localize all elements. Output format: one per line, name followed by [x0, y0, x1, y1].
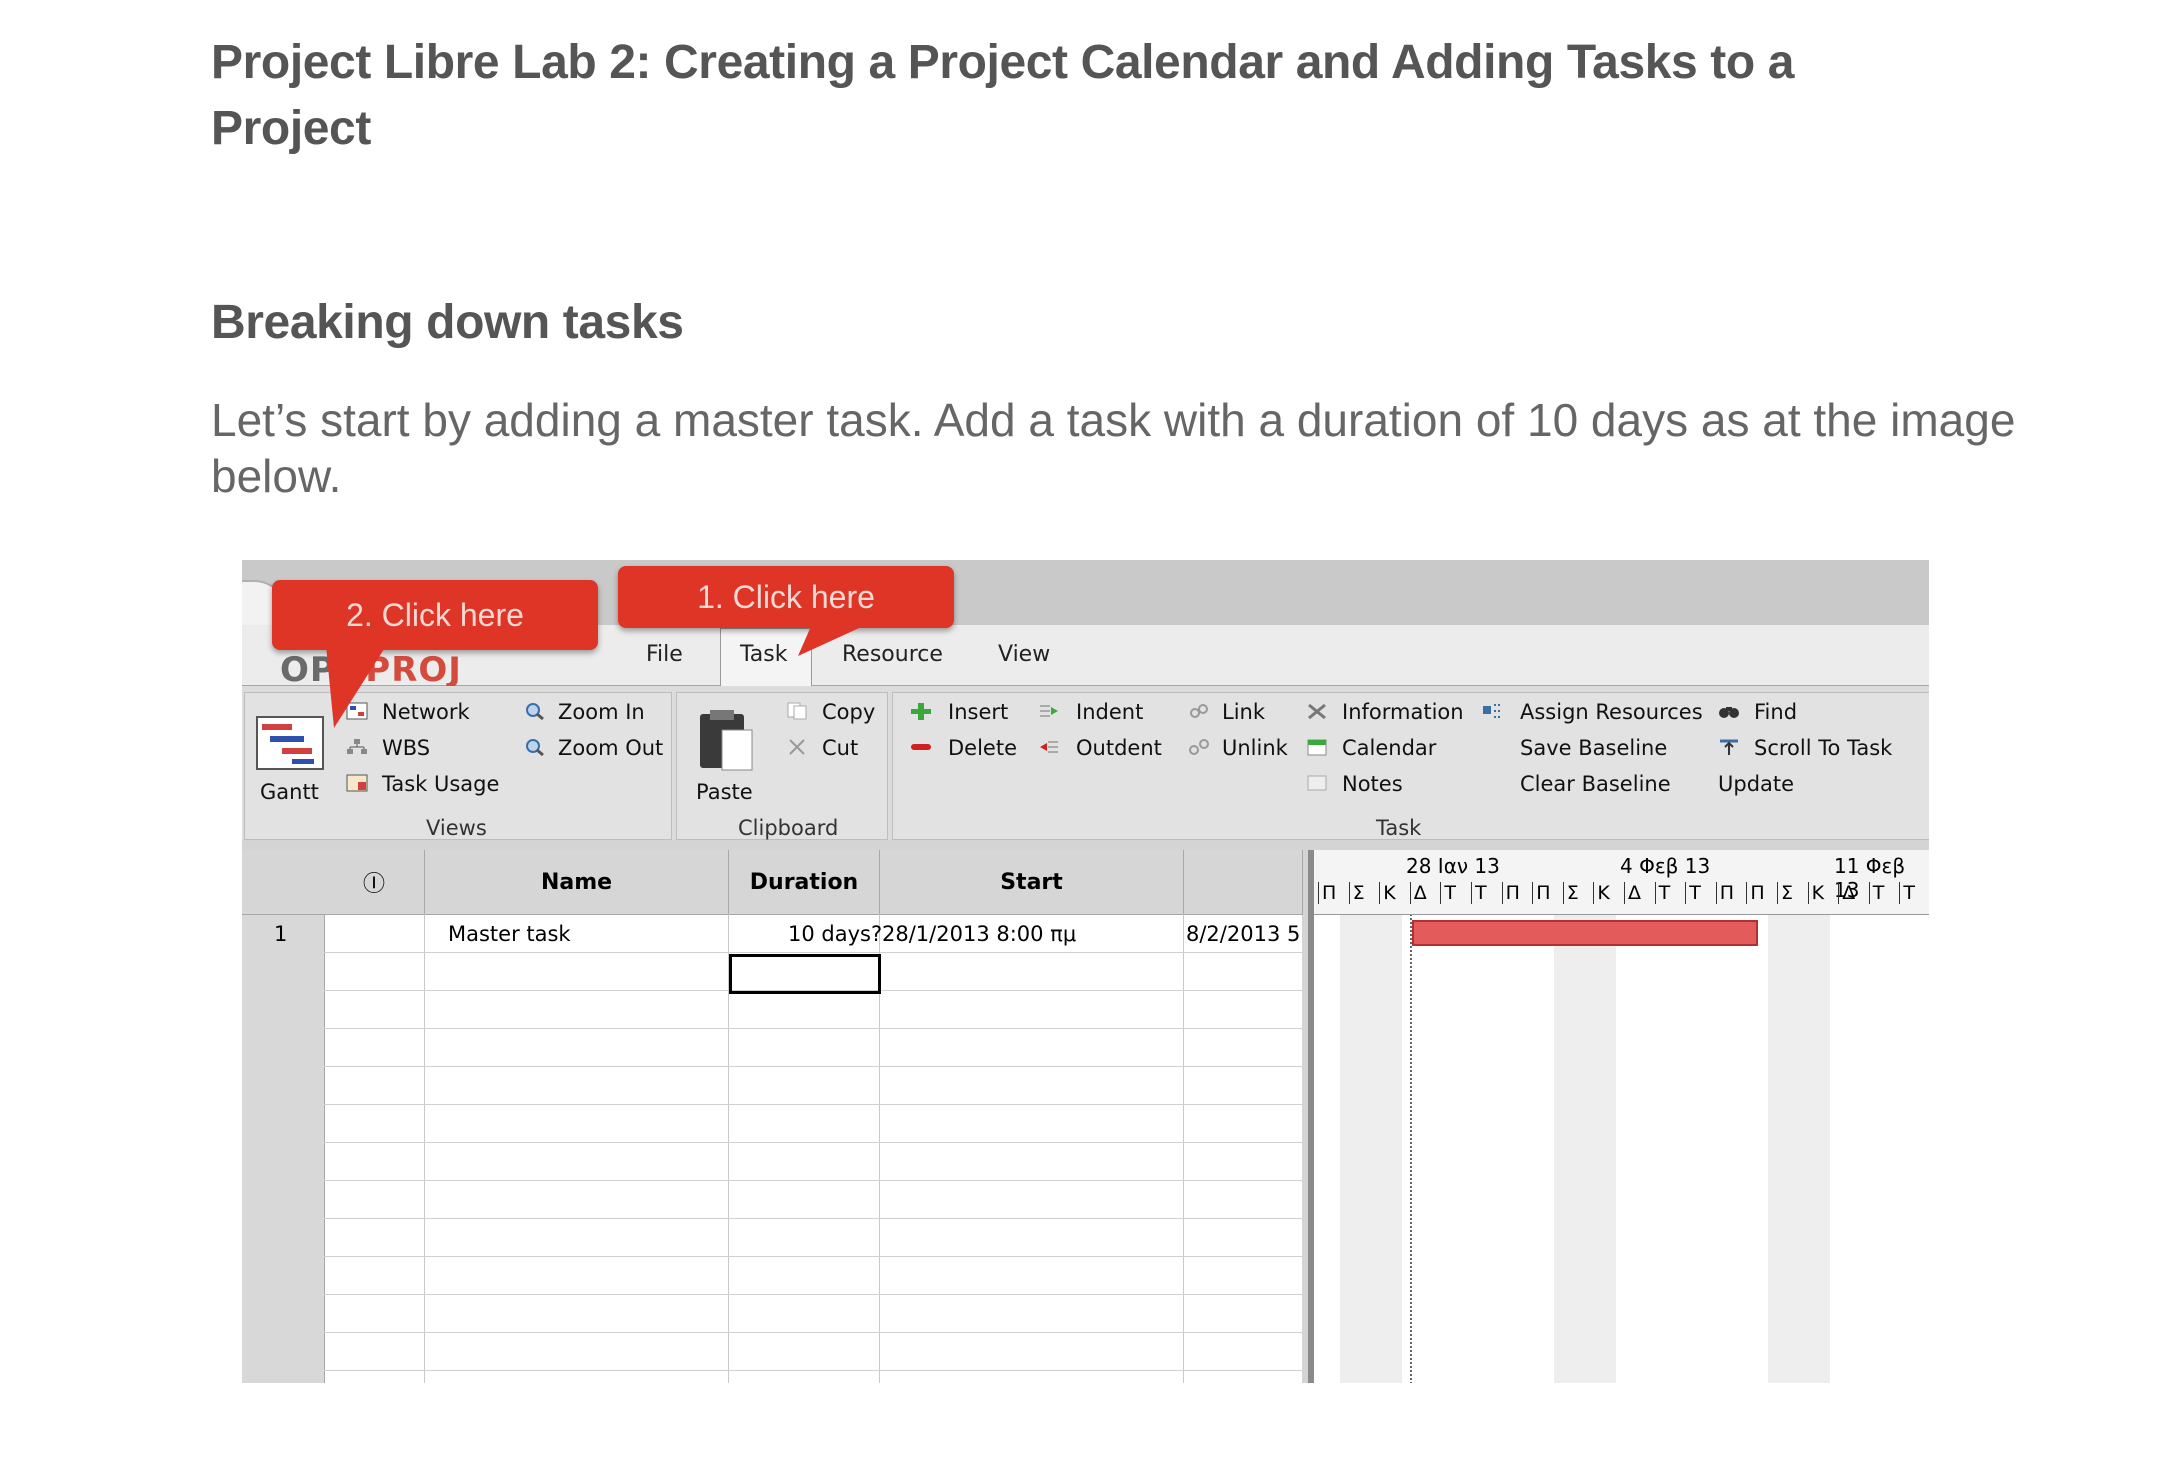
tab-file[interactable]: File	[646, 642, 683, 667]
task-name-cell[interactable]: Master task	[448, 922, 571, 946]
insert-button[interactable]: Insert	[948, 700, 1008, 724]
corner-header	[242, 850, 325, 915]
timescale-day: Δ	[1409, 882, 1427, 904]
paste-button[interactable]: Paste	[696, 780, 753, 804]
update-button[interactable]: Update	[1718, 772, 1794, 796]
notes-button[interactable]: Notes	[1342, 772, 1403, 796]
task-group-label: Task	[1376, 816, 1422, 840]
timescale-day: Τ	[1654, 882, 1670, 904]
selected-cell[interactable]	[729, 954, 881, 994]
zoom-in-button[interactable]: Zoom In	[558, 700, 645, 724]
paste-icon[interactable]	[696, 708, 754, 772]
wbs-button[interactable]: WBS	[382, 736, 430, 760]
zoom-out-icon	[526, 739, 544, 756]
task-start-cell[interactable]: 28/1/2013 8:00 πμ	[882, 922, 1076, 946]
tab-task[interactable]: Task	[740, 642, 787, 667]
weekend-shade	[1768, 914, 1830, 1383]
timescale-day: Π	[1318, 882, 1336, 904]
timescale-day: Τ	[1440, 882, 1456, 904]
gantt-button[interactable]: Gantt	[260, 780, 319, 804]
finish-column-header[interactable]	[1184, 850, 1303, 915]
copy-icon	[787, 702, 807, 720]
task-table: Ⓘ Name Duration Start 1 Master task 10 d…	[242, 850, 1303, 1383]
scroll-to-task-icon	[1720, 739, 1738, 755]
delete-icon	[911, 744, 931, 750]
timescale-day: Κ	[1593, 882, 1610, 904]
timescale-day: Π	[1715, 882, 1734, 904]
callout-click-here-2: 2. Click here	[272, 580, 598, 650]
row-id: 1	[274, 922, 288, 946]
cut-icon	[789, 739, 805, 755]
cut-button[interactable]: Cut	[822, 736, 858, 760]
calendar-icon	[1307, 739, 1327, 756]
clipboard-group-label: Clipboard	[738, 816, 839, 840]
master-task-bar[interactable]	[1412, 920, 1758, 946]
section-heading: Breaking down tasks	[211, 296, 684, 349]
timescale-day: Σ	[1348, 882, 1365, 904]
callout-click-here-1: 1. Click here	[618, 566, 954, 628]
timescale-day: Τ	[1471, 882, 1487, 904]
unlink-icon	[1189, 739, 1209, 755]
task-usage-icon	[346, 774, 368, 792]
find-button[interactable]: Find	[1754, 700, 1797, 724]
information-icon	[1308, 703, 1326, 720]
delete-button[interactable]: Delete	[948, 736, 1017, 760]
gantt-icon[interactable]	[256, 716, 324, 770]
instruction-paragraph: Let’s start by adding a master task. Add…	[211, 394, 2016, 502]
outdent-button[interactable]: Outdent	[1076, 736, 1162, 760]
unlink-button[interactable]: Unlink	[1222, 736, 1288, 760]
timescale-day: Τ	[1868, 882, 1884, 904]
start-column-header[interactable]: Start	[880, 850, 1184, 915]
timescale-date: 4 Φεβ 13	[1620, 854, 1711, 878]
tab-view[interactable]: View	[998, 642, 1050, 667]
indicator-column-header[interactable]: Ⓘ	[324, 850, 425, 915]
zoom-in-icon	[526, 703, 544, 720]
indent-button[interactable]: Indent	[1076, 700, 1143, 724]
openproj-screenshot: OPNPROJ File Task Resource View Gantt Ne…	[242, 560, 1929, 1383]
today-line	[1410, 914, 1412, 1383]
timescale-day: Π	[1501, 882, 1520, 904]
weekend-shade	[1340, 914, 1402, 1383]
timescale-day: Π	[1746, 882, 1765, 904]
timescale-day: Κ	[1807, 882, 1824, 904]
link-button[interactable]: Link	[1222, 700, 1265, 724]
notes-icon	[1307, 775, 1327, 791]
outdent-icon	[1040, 741, 1058, 753]
link-icon	[1190, 704, 1208, 718]
information-button[interactable]: Information	[1342, 700, 1464, 724]
find-icon	[1719, 707, 1739, 718]
timescale-day: Τ	[1685, 882, 1701, 904]
assign-resources-button[interactable]: Assign Resources	[1520, 700, 1703, 724]
save-baseline-button[interactable]: Save Baseline	[1520, 736, 1667, 760]
wbs-icon	[347, 739, 367, 754]
task-finish-cell[interactable]: 8/2/2013 5	[1186, 922, 1300, 946]
task-duration-cell[interactable]: 10 days?	[788, 922, 882, 946]
name-column-header[interactable]: Name	[425, 850, 729, 915]
timescale-day: Σ	[1562, 882, 1579, 904]
insert-icon	[911, 703, 931, 720]
document-title: Project Libre Lab 2: Creating a Project …	[211, 36, 1795, 155]
assign-resources-icon	[1483, 704, 1502, 718]
indent-icon	[1040, 705, 1058, 717]
timescale-day: Π	[1532, 882, 1550, 904]
zoom-out-button[interactable]: Zoom Out	[558, 736, 663, 760]
calendar-button[interactable]: Calendar	[1342, 736, 1436, 760]
copy-button[interactable]: Copy	[822, 700, 875, 724]
timescale-day: Κ	[1379, 882, 1396, 904]
views-group-label: Views	[426, 816, 487, 840]
gantt-chart[interactable]: 28 Ιαν 13 4 Φεβ 13 11 Φεβ 13 ΠΣΚΔΤΤΠΠΣΚΔ…	[1308, 850, 1929, 1383]
scroll-to-task-button[interactable]: Scroll To Task	[1754, 736, 1892, 760]
timescale-date: 28 Ιαν 13	[1406, 854, 1500, 878]
timescale-day: Δ	[1838, 882, 1855, 904]
clear-baseline-button[interactable]: Clear Baseline	[1520, 772, 1671, 796]
timescale-day: Σ	[1777, 882, 1793, 904]
weekend-shade	[1554, 914, 1616, 1383]
timescale-day: Τ	[1899, 882, 1915, 904]
timescale-day: Δ	[1624, 882, 1641, 904]
callout-2-pointer	[326, 646, 386, 728]
task-usage-button[interactable]: Task Usage	[382, 772, 499, 796]
duration-column-header[interactable]: Duration	[729, 850, 880, 915]
callout-1-pointer	[798, 624, 868, 656]
